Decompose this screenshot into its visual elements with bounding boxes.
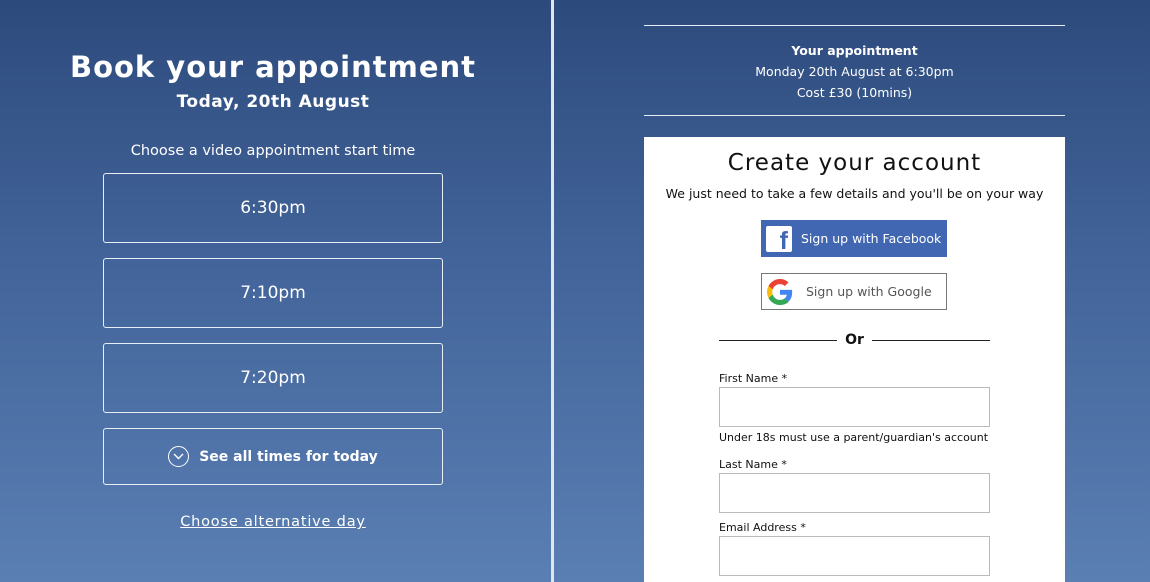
account-panel: Your appointment Monday 20th August at 6… (554, 0, 1150, 582)
divider-line (644, 25, 1065, 26)
divider-line (644, 115, 1065, 116)
appointment-heading: Your appointment (791, 43, 918, 58)
page-title: Book your appointment (69, 50, 477, 84)
chevron-down-icon (168, 446, 190, 467)
time-slot-label: 7:10pm (240, 283, 306, 303)
time-slot-label: 6:30pm (240, 198, 306, 218)
time-slot-button[interactable]: 7:10pm (103, 258, 443, 328)
or-line-right (872, 340, 990, 341)
first-name-field[interactable] (719, 387, 990, 427)
time-prompt: Choose a video appointment start time (130, 143, 416, 159)
appointment-cost: Cost £30 (10mins) (796, 85, 913, 100)
see-all-times-label: See all times for today (199, 448, 378, 465)
booking-date: Today, 20th August (176, 92, 370, 112)
see-all-times-button[interactable]: See all times for today (103, 428, 443, 485)
card-subtitle: We just need to take a few details and y… (665, 186, 1044, 201)
card-title: Create your account (727, 150, 982, 176)
or-separator: Or (719, 332, 990, 350)
facebook-signup-label: Sign up with Facebook (801, 231, 942, 246)
facebook-signup-button[interactable]: f Sign up with Facebook (761, 220, 947, 257)
booking-panel: Book your appointment Today, 20th August… (0, 0, 551, 582)
appointment-when: Monday 20th August at 6:30pm (755, 64, 954, 79)
time-slot-button[interactable]: 6:30pm (103, 173, 443, 243)
last-name-field[interactable] (719, 473, 990, 513)
google-signup-button[interactable]: Sign up with Google (761, 273, 947, 310)
facebook-icon: f (766, 225, 792, 253)
time-slot-label: 7:20pm (240, 368, 306, 388)
google-signup-label: Sign up with Google (806, 284, 932, 299)
choose-alternative-day-link[interactable]: Choose alternative day (0, 514, 546, 530)
first-name-label: First Name * (719, 372, 788, 385)
create-account-card: Create your account We just need to take… (644, 137, 1065, 582)
under-18-hint: Under 18s must use a parent/guardian's a… (719, 431, 989, 444)
email-field[interactable] (719, 536, 990, 576)
google-icon (767, 278, 793, 305)
email-label: Email Address * (719, 521, 806, 534)
last-name-label: Last Name * (719, 458, 787, 471)
appointment-summary: Your appointment Monday 20th August at 6… (644, 40, 1065, 103)
time-slot-button[interactable]: 7:20pm (103, 343, 443, 413)
